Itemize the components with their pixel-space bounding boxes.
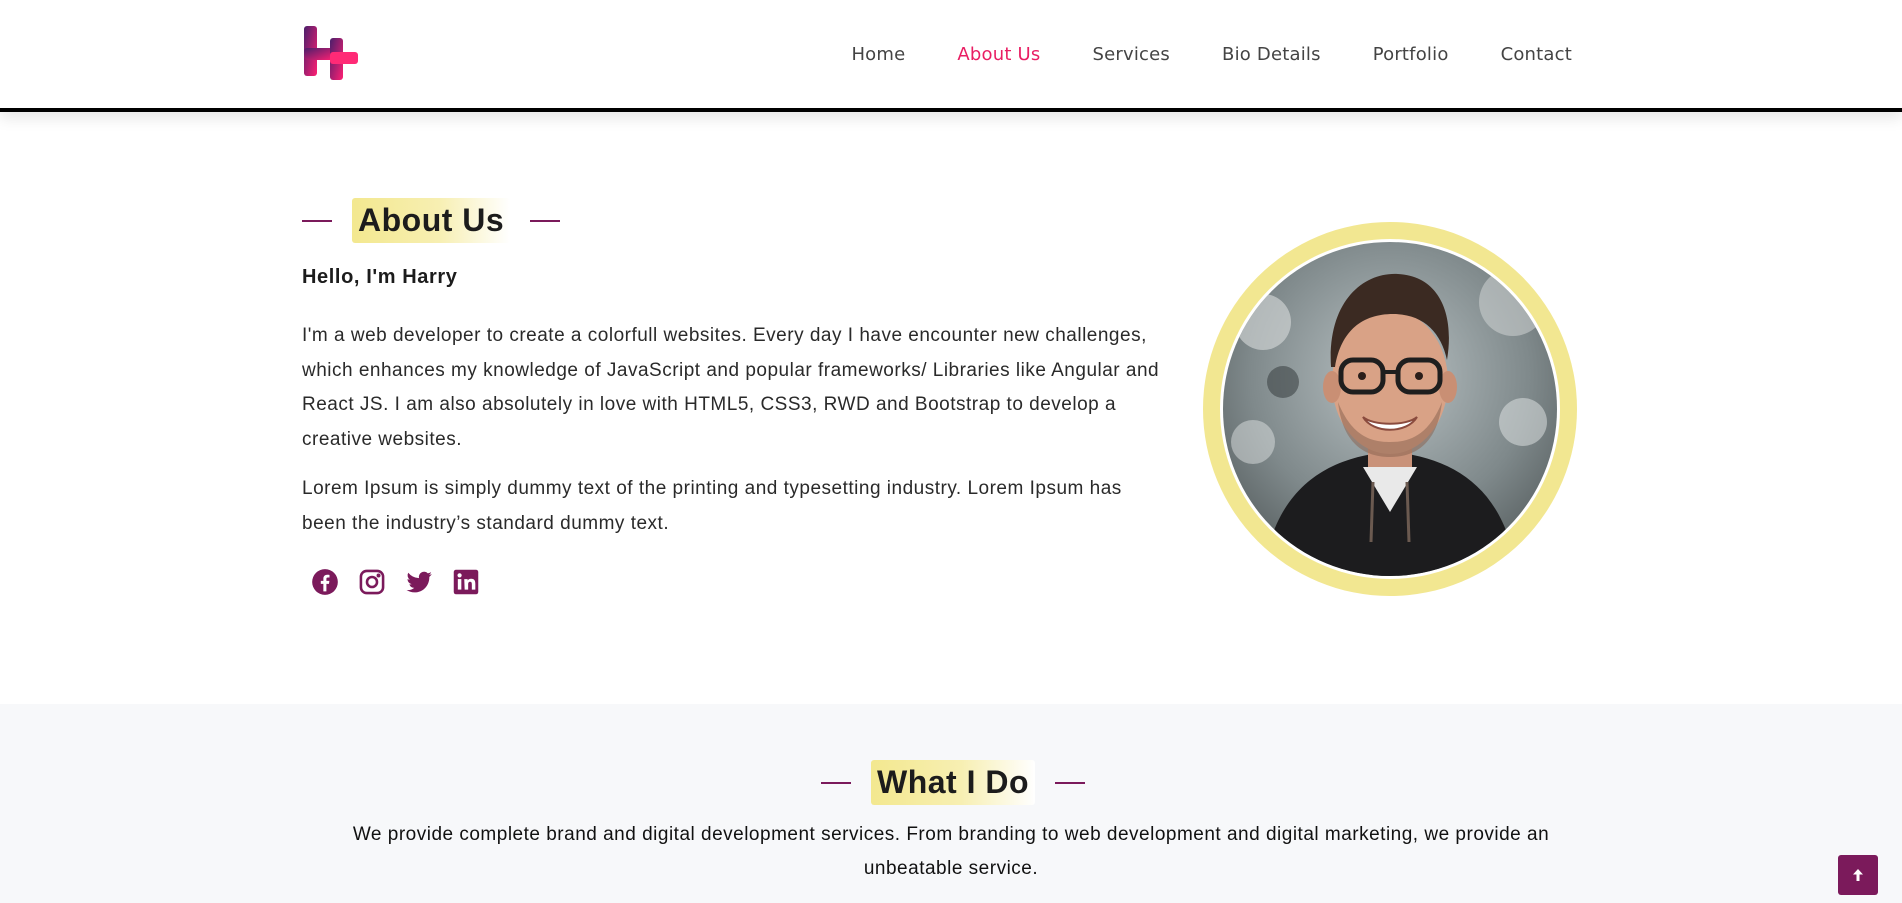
what-i-do-heading: What I Do	[821, 760, 1086, 805]
profile-photo-border	[1220, 239, 1560, 579]
what-i-do-section: What I Do We provide complete brand and …	[0, 704, 1902, 903]
about-title: About Us	[352, 198, 511, 243]
social-links	[310, 567, 498, 597]
scroll-to-top-button[interactable]	[1838, 855, 1878, 895]
site-header: Home About Us Services Bio Details Portf…	[0, 0, 1902, 112]
about-paragraph-2: Lorem Ipsum is simply dummy text of the …	[302, 478, 1122, 534]
logo-icon[interactable]	[302, 24, 360, 82]
about-heading: About Us	[302, 198, 561, 243]
linkedin-icon[interactable]	[451, 567, 481, 597]
about-section: About Us Hello, I'm Harry I'm a web deve…	[0, 112, 1902, 704]
heading-line-right	[530, 219, 561, 222]
nav-services[interactable]: Services	[1093, 44, 1171, 65]
main-nav: Home About Us Services Bio Details Portf…	[799, 0, 1572, 108]
nav-contact[interactable]: Contact	[1501, 44, 1572, 65]
nav-portfolio[interactable]: Portfolio	[1373, 44, 1449, 65]
what-i-do-title: What I Do	[871, 760, 1036, 805]
nav-about-us[interactable]: About Us	[957, 44, 1040, 65]
twitter-icon[interactable]	[404, 567, 434, 597]
heading-line-left	[302, 219, 332, 222]
what-i-do-description: We provide complete brand and digital de…	[352, 824, 1550, 879]
heading-line-right	[1055, 781, 1086, 784]
facebook-icon[interactable]	[310, 567, 340, 597]
greeting: Hello, I'm Harry	[302, 266, 458, 288]
about-paragraph-1: I'm a web developer to create a colorful…	[302, 325, 1160, 450]
profile-photo	[1223, 242, 1557, 576]
nav-bio-details[interactable]: Bio Details	[1222, 44, 1321, 65]
instagram-icon[interactable]	[357, 567, 387, 597]
arrow-up-icon	[1853, 869, 1863, 881]
nav-home[interactable]: Home	[851, 44, 905, 65]
profile-photo-ring	[1203, 222, 1577, 596]
heading-line-left	[821, 781, 851, 784]
